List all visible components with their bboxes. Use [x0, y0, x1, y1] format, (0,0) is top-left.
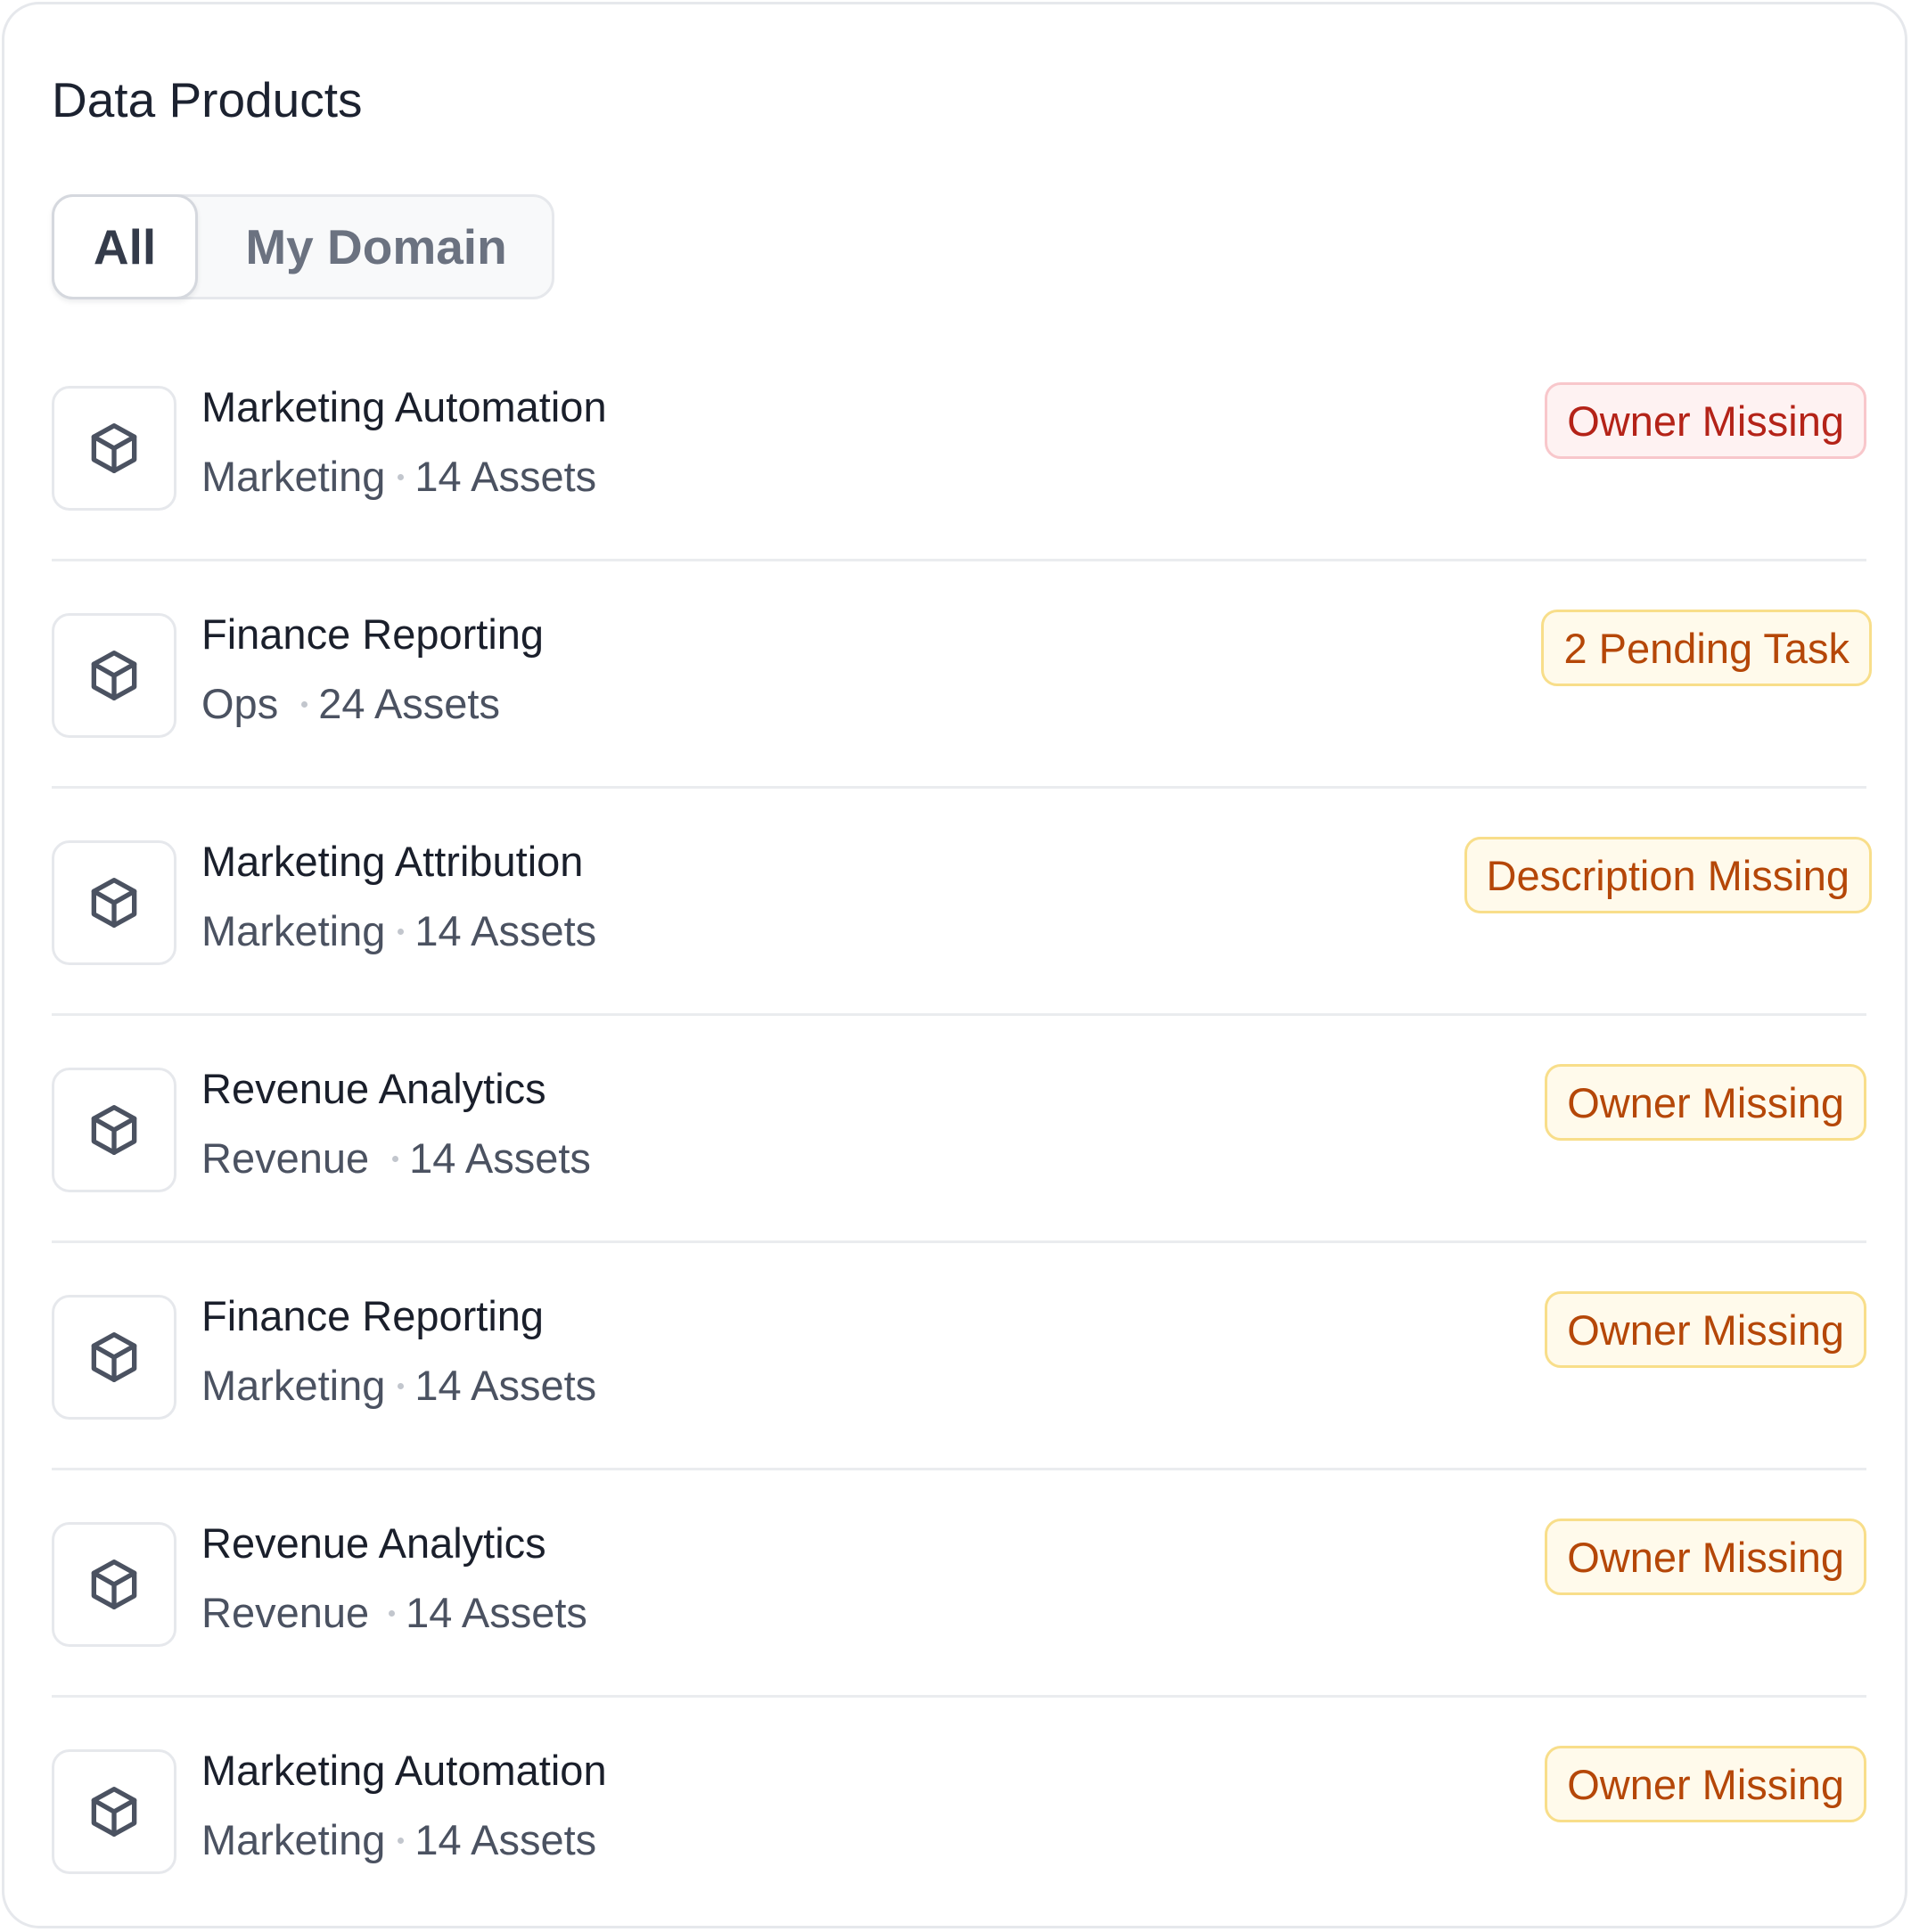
list-item[interactable]: Revenue Analytics Revenue 14 Assets Owne… — [52, 1470, 1866, 1698]
status-badge: Owner Missing — [1545, 382, 1866, 459]
status-badge: Owner Missing — [1545, 1519, 1866, 1595]
product-meta: Marketing 14 Assets — [201, 905, 596, 958]
product-domain: Revenue — [201, 1589, 370, 1636]
separator-dot — [398, 473, 405, 480]
product-meta: Marketing 14 Assets — [201, 450, 596, 503]
product-domain: Marketing — [201, 1362, 386, 1409]
product-meta: Marketing 14 Assets — [201, 1359, 596, 1412]
product-list: Marketing Automation Marketing 14 Assets… — [52, 334, 1872, 1925]
product-assets: 14 Assets — [406, 1589, 587, 1636]
tab-all[interactable]: All — [52, 194, 198, 299]
product-assets: 14 Assets — [414, 907, 597, 954]
status-badge: Owner Missing — [1545, 1064, 1866, 1141]
product-assets: 14 Assets — [414, 1362, 597, 1409]
list-item[interactable]: Marketing Automation Marketing 14 Assets… — [52, 334, 1866, 561]
separator-dot — [398, 1837, 405, 1844]
cube-icon — [52, 1295, 176, 1420]
tab-my-domain[interactable]: My Domain — [198, 194, 554, 299]
product-name[interactable]: Revenue Analytics — [201, 1062, 546, 1116]
status-badge: 2 Pending Task — [1541, 610, 1872, 686]
list-item[interactable]: Marketing Attribution Marketing 14 Asset… — [52, 789, 1872, 1016]
status-badge: Description Missing — [1464, 837, 1872, 913]
status-badge: Owner Missing — [1545, 1291, 1866, 1368]
separator-dot — [398, 928, 405, 935]
list-item[interactable]: Finance Reporting Ops 24 Assets 2 Pendin… — [52, 561, 1872, 789]
product-domain: Marketing — [201, 453, 386, 500]
product-assets: 14 Assets — [414, 1816, 597, 1863]
separator-dot — [398, 1382, 405, 1389]
list-item[interactable]: Finance Reporting Marketing 14 Assets Ow… — [52, 1243, 1866, 1470]
cube-icon — [52, 1749, 176, 1874]
product-name[interactable]: Marketing Automation — [201, 381, 607, 434]
cube-icon — [52, 1522, 176, 1647]
status-badge: Owner Missing — [1545, 1746, 1866, 1822]
product-meta: Revenue 14 Assets — [201, 1132, 591, 1185]
product-domain: Revenue — [201, 1134, 370, 1182]
product-domain: Marketing — [201, 1816, 386, 1863]
data-products-card: Data Products All My Domain Marketing Au… — [2, 2, 1907, 1928]
product-assets: 14 Assets — [414, 453, 597, 500]
tab-group: All My Domain — [52, 194, 554, 299]
product-meta: Revenue 14 Assets — [201, 1586, 587, 1640]
product-name[interactable]: Marketing Automation — [201, 1744, 607, 1797]
page-title: Data Products — [52, 72, 363, 127]
product-name[interactable]: Finance Reporting — [201, 608, 544, 661]
separator-dot — [392, 1155, 399, 1162]
cube-icon — [52, 613, 176, 738]
product-assets: 24 Assets — [318, 680, 500, 727]
product-name[interactable]: Revenue Analytics — [201, 1517, 546, 1570]
list-item[interactable]: Marketing Automation Marketing 14 Assets… — [52, 1698, 1866, 1925]
product-name[interactable]: Marketing Attribution — [201, 835, 583, 888]
product-assets: 14 Assets — [409, 1134, 591, 1182]
cube-icon — [52, 1068, 176, 1192]
list-item[interactable]: Revenue Analytics Revenue 14 Assets Owne… — [52, 1016, 1866, 1243]
product-domain: Marketing — [201, 907, 386, 954]
cube-icon — [52, 840, 176, 965]
product-name[interactable]: Finance Reporting — [201, 1289, 544, 1343]
product-domain: Ops — [201, 680, 279, 727]
product-meta: Marketing 14 Assets — [201, 1813, 596, 1867]
separator-dot — [301, 700, 308, 708]
cube-icon — [52, 386, 176, 511]
product-meta: Ops 24 Assets — [201, 677, 500, 731]
separator-dot — [389, 1609, 396, 1617]
